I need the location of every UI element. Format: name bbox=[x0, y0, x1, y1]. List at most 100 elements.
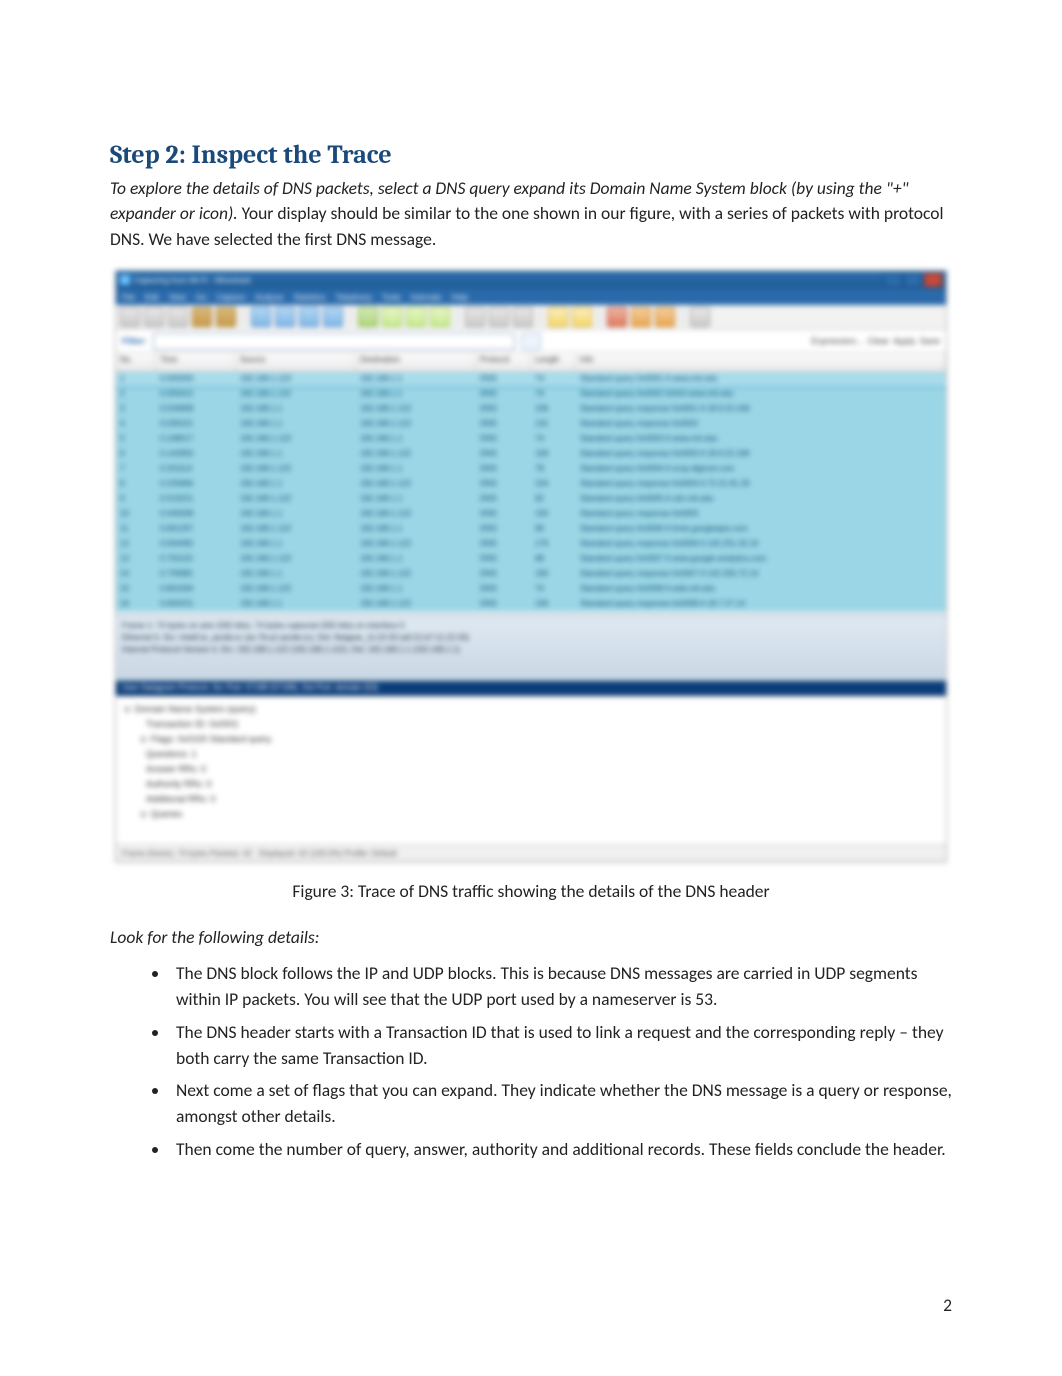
packet-cell: Standard query 0x0003 A www.mit.edu bbox=[576, 432, 946, 447]
intro-paragraph: To explore the details of DNS packets, s… bbox=[110, 176, 952, 252]
packet-row[interactable]: 60.142650192.168.1.1192.168.1.122DNS106S… bbox=[116, 447, 946, 462]
detail-ip[interactable]: Internet Protocol Version 4, Src: 192.16… bbox=[122, 644, 940, 656]
packet-cell: 0.510221 bbox=[156, 492, 236, 507]
packet-cell: Standard query 0x0006 A fonts.googleapis… bbox=[576, 522, 946, 537]
toolbar-btn-close-icon[interactable] bbox=[168, 307, 188, 327]
packet-cell: 192.168.1.122 bbox=[356, 402, 476, 417]
packet-row[interactable]: 110.601337192.168.1.122192.168.1.1DNS86S… bbox=[116, 522, 946, 537]
wireshark-screenshot: Capturing from Wi-Fi - Wireshark File Ed… bbox=[115, 270, 947, 862]
packet-cell: 106 bbox=[531, 402, 576, 417]
menu-tools[interactable]: Tools bbox=[382, 293, 401, 302]
packet-cell: 11 bbox=[116, 522, 156, 537]
menu-file[interactable]: File bbox=[122, 293, 135, 302]
toolbar-btn-start-icon[interactable] bbox=[358, 307, 378, 327]
menu-help[interactable]: Help bbox=[451, 293, 467, 302]
toolbar-btn-zoom-in-icon[interactable] bbox=[465, 307, 485, 327]
filter-dropdown-icon[interactable] bbox=[521, 333, 541, 350]
col-length[interactable]: Length bbox=[531, 353, 576, 371]
packet-cell: 0.601337 bbox=[156, 522, 236, 537]
packet-cell: Standard query response 0x0003 A 18.9.22… bbox=[576, 447, 946, 462]
packet-row[interactable]: 140.735881192.168.1.1192.168.1.122DNS190… bbox=[116, 567, 946, 582]
toolbar-btn-zoom-fit-icon[interactable] bbox=[513, 307, 533, 327]
toolbar-btn-prefs-icon[interactable] bbox=[655, 307, 675, 327]
packet-cell: DNS bbox=[476, 582, 531, 597]
packet-cell: Standard query 0x0004 A ocsp.digicert.co… bbox=[576, 462, 946, 477]
packet-cell: 0.142650 bbox=[156, 447, 236, 462]
dns-root[interactable]: Domain Name System (query) bbox=[124, 702, 938, 717]
menu-go[interactable]: Go bbox=[196, 293, 207, 302]
toolbar-btn-colorize-icon[interactable] bbox=[430, 307, 450, 327]
expression-link[interactable]: Expression... bbox=[811, 336, 863, 346]
menu-analyze[interactable]: Analyze bbox=[255, 293, 283, 302]
dns-flags[interactable]: Flags: 0x0100 Standard query bbox=[124, 732, 938, 747]
toolbar-btn-save-icon[interactable] bbox=[144, 307, 164, 327]
apply-link[interactable]: Apply bbox=[893, 336, 916, 346]
packet-row[interactable]: 20.000412192.168.1.122192.168.1.1DNS74St… bbox=[116, 387, 946, 402]
packet-cell: 106 bbox=[531, 447, 576, 462]
toolbar-btn-capture-icon[interactable] bbox=[192, 307, 212, 327]
toolbar-btn-open-icon[interactable] bbox=[120, 307, 140, 327]
toolbar-btn-stop-icon[interactable] bbox=[406, 307, 426, 327]
packet-cell: DNS bbox=[476, 537, 531, 552]
toolbar-btn-filter-icon[interactable] bbox=[631, 307, 651, 327]
packet-cell: Standard query response 0x0008 A 18.7.27… bbox=[576, 597, 946, 612]
toolbar-btn-restart-icon[interactable] bbox=[216, 307, 236, 327]
packet-cell: 192.168.1.122 bbox=[236, 462, 356, 477]
col-dest[interactable]: Destination bbox=[356, 353, 476, 371]
packet-cell: DNS bbox=[476, 552, 531, 567]
packet-cell: 192.168.1.122 bbox=[356, 507, 476, 522]
toolbar-btn-help-icon[interactable] bbox=[690, 307, 710, 327]
save-link[interactable]: Save bbox=[919, 336, 940, 346]
menu-internals[interactable]: Internals bbox=[411, 293, 442, 302]
toolbar-btn-prev-icon[interactable] bbox=[275, 307, 295, 327]
toolbar-btn-next-icon[interactable] bbox=[299, 307, 319, 327]
detail-udp-selected[interactable]: User Datagram Protocol, Src Port: 57189 … bbox=[116, 681, 946, 696]
packet-cell: 10 bbox=[116, 507, 156, 522]
packet-cell: DNS bbox=[476, 447, 531, 462]
col-time[interactable]: Time bbox=[156, 353, 236, 371]
packet-cell: DNS bbox=[476, 417, 531, 432]
packet-cell: Standard query response 0x0002 bbox=[576, 417, 946, 432]
toolbar-separator5 bbox=[599, 308, 600, 326]
packet-list[interactable]: 10.000000192.168.1.122192.168.1.1DNS74St… bbox=[116, 372, 946, 615]
packet-row[interactable]: 150.801004192.168.1.122192.168.1.1DNS74S… bbox=[116, 582, 946, 597]
toolbar-btn-resize-icon[interactable] bbox=[548, 307, 568, 327]
menu-telephony[interactable]: Telephony bbox=[336, 293, 372, 302]
packet-row[interactable]: 130.702115192.168.1.122192.168.1.1DNS88S… bbox=[116, 552, 946, 567]
toolbar-btn-zoom-out-icon[interactable] bbox=[489, 307, 509, 327]
packet-row[interactable]: 90.510221192.168.1.122192.168.1.1DNS82St… bbox=[116, 492, 946, 507]
col-info[interactable]: Info bbox=[576, 353, 946, 371]
packet-row[interactable]: 100.545008192.168.1.1192.168.1.122DNS150… bbox=[116, 507, 946, 522]
filter-input[interactable] bbox=[153, 333, 515, 350]
packet-row[interactable]: 80.233484192.168.1.1192.168.1.122DNS224S… bbox=[116, 477, 946, 492]
col-no[interactable]: No. bbox=[116, 353, 156, 371]
close-icon[interactable] bbox=[924, 273, 942, 287]
dns-queries[interactable]: Queries bbox=[124, 807, 938, 822]
menu-statistics[interactable]: Statistics bbox=[294, 293, 326, 302]
packet-cell: 8 bbox=[116, 477, 156, 492]
packet-row[interactable]: 30.034908192.168.1.1192.168.1.122DNS106S… bbox=[116, 402, 946, 417]
toolbar-btn-stop2-icon[interactable] bbox=[607, 307, 627, 327]
menu-edit[interactable]: Edit bbox=[145, 293, 159, 302]
minimize-icon[interactable] bbox=[884, 273, 902, 287]
packet-row[interactable]: 70.201114192.168.1.122192.168.1.1DNS78St… bbox=[116, 462, 946, 477]
toolbar-btn-goto-icon[interactable] bbox=[323, 307, 343, 327]
packet-cell: 192.168.1.1 bbox=[356, 492, 476, 507]
detail-frame[interactable]: Frame 1: 74 bytes on wire (592 bits), 74… bbox=[122, 620, 940, 632]
packet-row[interactable]: 120.634492192.168.1.1192.168.1.122DNS176… bbox=[116, 537, 946, 552]
toolbar-btn-find-icon[interactable] bbox=[251, 307, 271, 327]
menu-view[interactable]: View bbox=[169, 293, 186, 302]
toolbar-btn-columns-icon[interactable] bbox=[572, 307, 592, 327]
toolbar-btn-options-icon[interactable] bbox=[382, 307, 402, 327]
maximize-icon[interactable] bbox=[904, 273, 922, 287]
packet-row[interactable]: 10.000000192.168.1.122192.168.1.1DNS74St… bbox=[116, 372, 946, 387]
detail-eth[interactable]: Ethernet II, Src: IntelCor_aa:bb:cc (ac:… bbox=[122, 632, 940, 644]
col-protocol[interactable]: Protocol bbox=[476, 353, 531, 371]
packet-row[interactable]: 40.035221192.168.1.1192.168.1.122DNS131S… bbox=[116, 417, 946, 432]
clear-link[interactable]: Clear bbox=[867, 336, 889, 346]
packet-row[interactable]: 50.108017192.168.1.122192.168.1.1DNS74St… bbox=[116, 432, 946, 447]
col-source[interactable]: Source bbox=[236, 353, 356, 371]
packet-row[interactable]: 160.834221192.168.1.1192.168.1.122DNS106… bbox=[116, 597, 946, 612]
menu-capture[interactable]: Capture bbox=[217, 293, 245, 302]
packet-cell: 192.168.1.1 bbox=[236, 402, 356, 417]
